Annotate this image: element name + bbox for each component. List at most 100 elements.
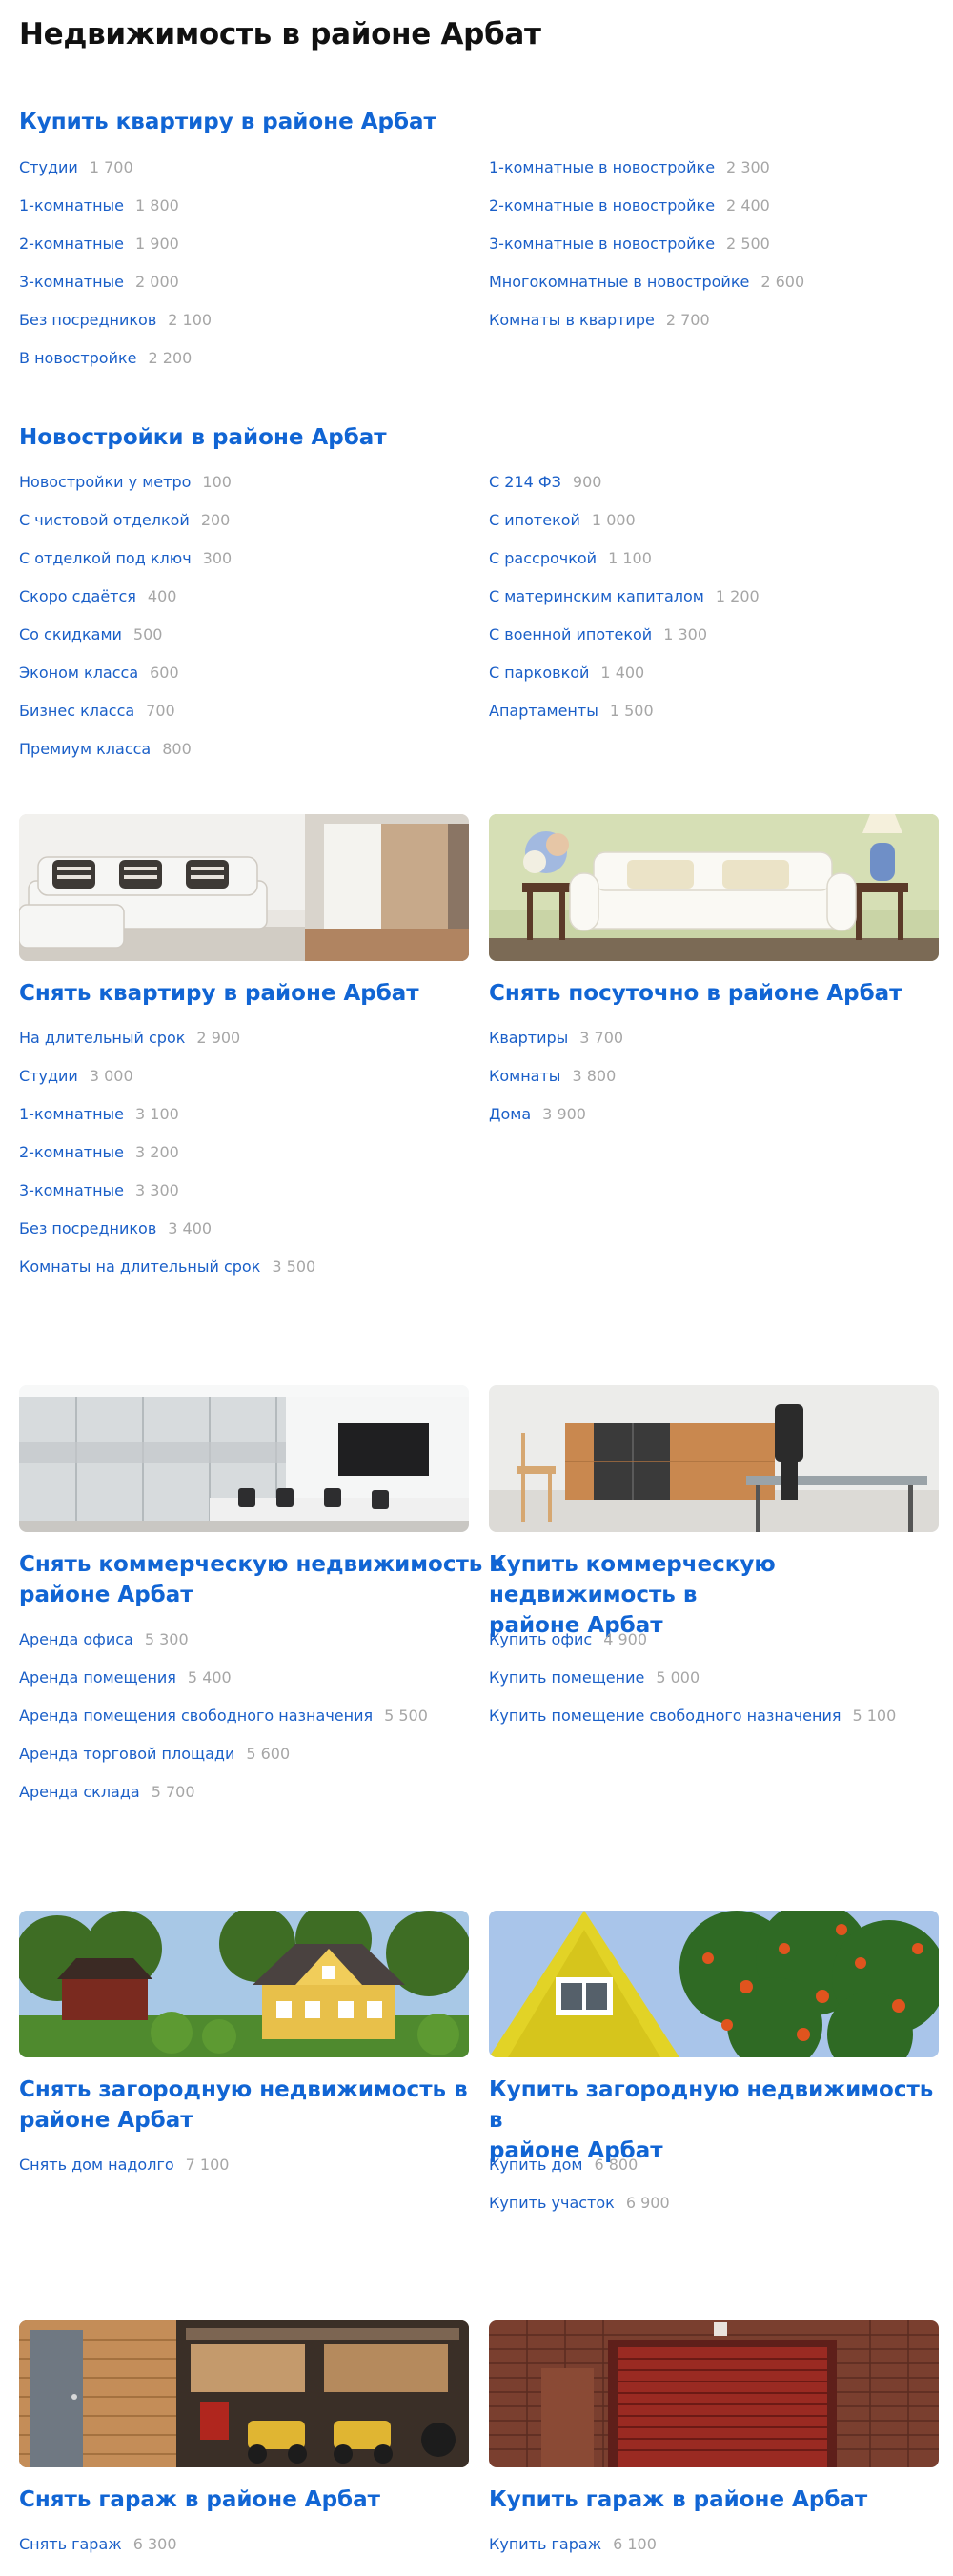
link-label[interactable]: 1-комнатные bbox=[19, 1105, 124, 1123]
link-label[interactable]: Дома bbox=[489, 1105, 531, 1123]
list-item[interactable]: Без посредников 2 100 bbox=[19, 311, 212, 330]
link-label[interactable]: Купить гараж bbox=[489, 2535, 601, 2553]
link-label[interactable]: Аренда офиса bbox=[19, 1630, 133, 1648]
list-item[interactable]: Аренда помещения свободного назначения 5 … bbox=[19, 1707, 428, 1726]
list-item[interactable]: Студии 1 700 bbox=[19, 158, 133, 177]
link-label[interactable]: Купить участок bbox=[489, 2194, 615, 2212]
list-item[interactable]: 2-комнатные 3 200 bbox=[19, 1143, 179, 1162]
list-item[interactable]: Эконом класса 600 bbox=[19, 664, 179, 683]
list-item[interactable]: Скоро сдаётся 400 bbox=[19, 587, 176, 606]
link-label[interactable]: Комнаты bbox=[489, 1067, 560, 1085]
link-label[interactable]: С рассрочкой bbox=[489, 549, 597, 567]
link-label[interactable]: Новостройки у метро bbox=[19, 473, 191, 491]
list-item[interactable]: Премиум класса 800 bbox=[19, 740, 192, 759]
link-label[interactable]: В новостройке bbox=[19, 349, 137, 367]
section-title-buy-garage[interactable]: Купить гараж в районе Арбат bbox=[489, 2484, 867, 2515]
link-label[interactable]: Бизнес класса bbox=[19, 702, 134, 720]
list-item[interactable]: 2-комнатные в новостройке 2 400 bbox=[489, 196, 770, 215]
link-label[interactable]: 3-комнатные bbox=[19, 1181, 124, 1199]
link-label[interactable]: 2-комнатные в новостройке bbox=[489, 196, 715, 215]
link-label[interactable]: Квартиры bbox=[489, 1029, 568, 1047]
list-item[interactable]: 3-комнатные 2 000 bbox=[19, 273, 179, 292]
link-label[interactable]: 3-комнатные bbox=[19, 273, 124, 291]
list-item[interactable]: Аренда помещения 5 400 bbox=[19, 1668, 232, 1687]
list-item[interactable]: Дома 3 900 bbox=[489, 1105, 586, 1124]
list-item[interactable]: 1-комнатные 3 100 bbox=[19, 1105, 179, 1124]
list-item[interactable]: Аренда склада 5 700 bbox=[19, 1783, 195, 1802]
section-title-rent-garage[interactable]: Снять гараж в районе Арбат bbox=[19, 2484, 380, 2515]
link-label[interactable]: С военной ипотекой bbox=[489, 625, 652, 644]
link-label[interactable]: С материнским капиталом bbox=[489, 587, 704, 605]
list-item[interactable]: Аренда торговой площади 5 600 bbox=[19, 1745, 290, 1764]
link-label[interactable]: 1-комнатные bbox=[19, 196, 124, 215]
office-meeting-room-photo[interactable] bbox=[19, 1385, 469, 1532]
link-label[interactable]: Купить офис bbox=[489, 1630, 592, 1648]
link-label[interactable]: С ипотекой bbox=[489, 511, 580, 529]
list-item[interactable]: Купить гараж 6 100 bbox=[489, 2535, 657, 2554]
link-label[interactable]: Аренда помещения свободного назначения bbox=[19, 1707, 373, 1725]
list-item[interactable]: С военной ипотекой 1 300 bbox=[489, 625, 707, 644]
link-label[interactable]: С парковкой bbox=[489, 664, 589, 682]
section-title-rent-flat[interactable]: Снять квартиру в районе Арбат bbox=[19, 978, 419, 1009]
list-item[interactable]: С материнским капиталом 1 200 bbox=[489, 587, 760, 606]
list-item[interactable]: Купить помещение свободного назначения 5 … bbox=[489, 1707, 896, 1726]
link-label[interactable]: Снять дом надолго bbox=[19, 2156, 174, 2174]
list-item[interactable]: 2-комнатные 1 900 bbox=[19, 235, 179, 254]
list-item[interactable]: Многокомнатные в новостройке 2 600 bbox=[489, 273, 804, 292]
section-title-rent-commercial[interactable]: Снять коммерческую недвижимость в районе… bbox=[19, 1549, 504, 1610]
link-label[interactable]: 3-комнатные в новостройке bbox=[489, 235, 715, 253]
link-label[interactable]: Купить помещение bbox=[489, 1668, 644, 1687]
list-item[interactable]: Комнаты в квартире 2 700 bbox=[489, 311, 710, 330]
link-label[interactable]: Купить помещение свободного назначения bbox=[489, 1707, 841, 1725]
list-item[interactable]: Купить помещение 5 000 bbox=[489, 1668, 700, 1687]
link-label[interactable]: Комнаты на длительный срок bbox=[19, 1257, 260, 1276]
country-house-photo[interactable] bbox=[19, 1911, 469, 2057]
list-item[interactable]: Со скидками 500 bbox=[19, 625, 162, 644]
yellow-house-photo[interactable] bbox=[489, 1911, 939, 2057]
link-label[interactable]: Премиум класса bbox=[19, 740, 151, 758]
list-item[interactable]: 1-комнатные в новостройке 2 300 bbox=[489, 158, 770, 177]
list-item[interactable]: С отделкой под ключ 300 bbox=[19, 549, 232, 568]
link-label[interactable]: 2-комнатные bbox=[19, 235, 124, 253]
list-item[interactable]: С парковкой 1 400 bbox=[489, 664, 644, 683]
link-label[interactable]: Без посредников bbox=[19, 1219, 156, 1237]
list-item[interactable]: Бизнес класса 700 bbox=[19, 702, 175, 721]
list-item[interactable]: Купить участок 6 900 bbox=[489, 2194, 670, 2213]
section-title-buy-flat[interactable]: Купить квартиру в районе Арбат bbox=[19, 107, 436, 137]
list-item[interactable]: Купить дом 6 800 bbox=[489, 2156, 638, 2175]
link-label[interactable]: Скоро сдаётся bbox=[19, 587, 136, 605]
link-label[interactable]: Аренда торговой площади bbox=[19, 1745, 234, 1763]
link-label[interactable]: Снять гараж bbox=[19, 2535, 122, 2553]
list-item[interactable]: Снять дом надолго 7 100 bbox=[19, 2156, 229, 2175]
list-item[interactable]: Новостройки у метро 100 bbox=[19, 473, 232, 492]
list-item[interactable]: Комнаты на длительный срок 3 500 bbox=[19, 1257, 315, 1277]
list-item[interactable]: Без посредников 3 400 bbox=[19, 1219, 212, 1238]
link-label[interactable]: Студии bbox=[19, 1067, 78, 1085]
list-item[interactable]: Апартаменты 1 500 bbox=[489, 702, 654, 721]
garage-door-photo[interactable] bbox=[489, 2320, 939, 2467]
link-label[interactable]: Аренда помещения bbox=[19, 1668, 176, 1687]
list-item[interactable]: Студии 3 000 bbox=[19, 1067, 133, 1086]
link-label[interactable]: Студии bbox=[19, 158, 78, 176]
list-item[interactable]: Аренда офиса 5 300 bbox=[19, 1630, 189, 1649]
link-label[interactable]: На длительный срок bbox=[19, 1029, 185, 1047]
link-label[interactable]: Апартаменты bbox=[489, 702, 598, 720]
link-label[interactable]: Комнаты в квартире bbox=[489, 311, 655, 329]
list-item[interactable]: С рассрочкой 1 100 bbox=[489, 549, 652, 568]
list-item[interactable]: 3-комнатные 3 300 bbox=[19, 1181, 179, 1200]
link-label[interactable]: С отделкой под ключ bbox=[19, 549, 192, 567]
list-item[interactable]: Купить офис 4 900 bbox=[489, 1630, 647, 1649]
list-item[interactable]: С ипотекой 1 000 bbox=[489, 511, 636, 530]
section-title-new-buildings[interactable]: Новостройки в районе Арбат bbox=[19, 422, 387, 453]
link-label[interactable]: Эконом класса bbox=[19, 664, 138, 682]
link-label[interactable]: С 214 ФЗ bbox=[489, 473, 561, 491]
link-label[interactable]: Многокомнатные в новостройке bbox=[489, 273, 749, 291]
list-item[interactable]: На длительный срок 2 900 bbox=[19, 1029, 240, 1048]
link-label[interactable]: Со скидками bbox=[19, 625, 122, 644]
list-item[interactable]: Квартиры 3 700 bbox=[489, 1029, 623, 1048]
office-desk-photo[interactable] bbox=[489, 1385, 939, 1532]
list-item[interactable]: 1-комнатные 1 800 bbox=[19, 196, 179, 215]
list-item[interactable]: С 214 ФЗ 900 bbox=[489, 473, 601, 492]
link-label[interactable]: 1-комнатные в новостройке bbox=[489, 158, 715, 176]
living-room-photo[interactable] bbox=[19, 814, 469, 961]
